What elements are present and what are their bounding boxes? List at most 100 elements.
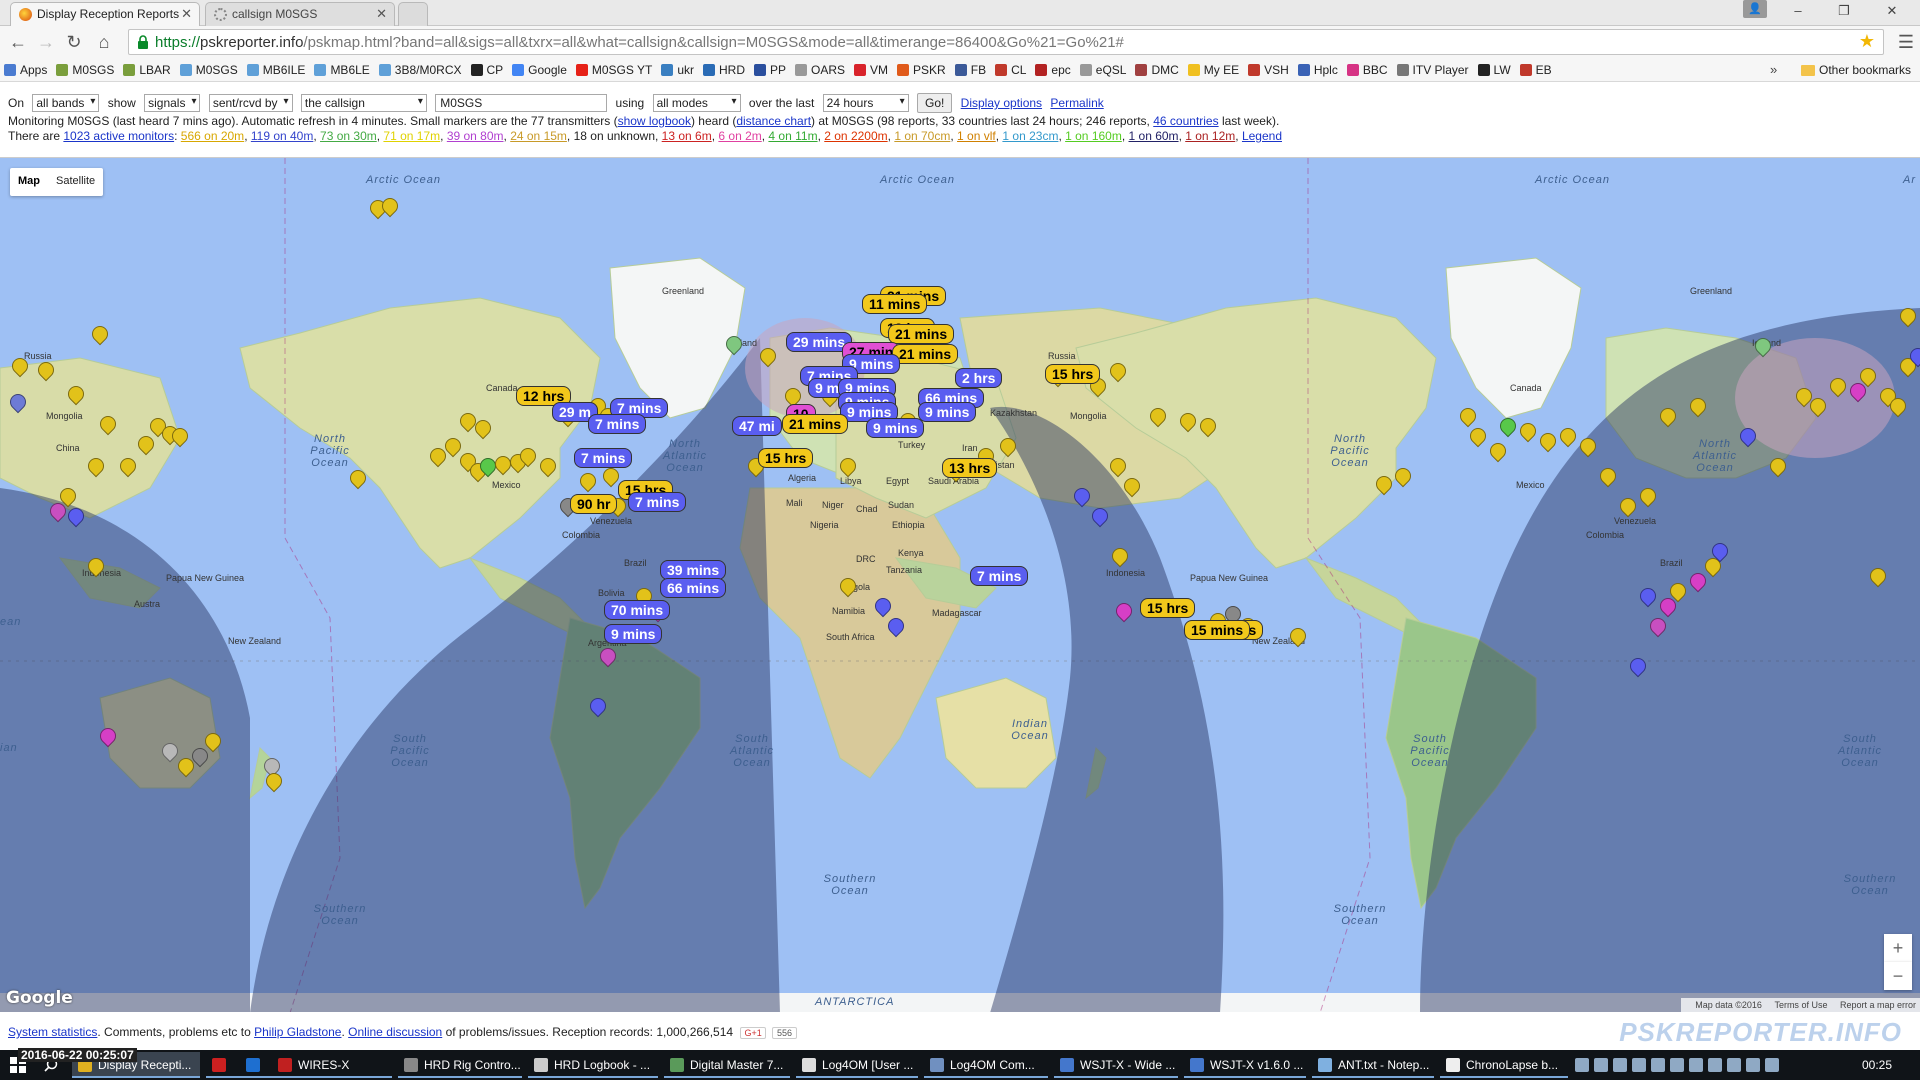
bookmark-item[interactable]: EB [1516, 58, 1557, 77]
mode-select[interactable]: all modes [652, 94, 741, 112]
bookmark-item[interactable]: LBAR [119, 58, 175, 77]
bookmark-item[interactable]: PSKR [893, 58, 951, 77]
report-age-tag[interactable]: 21 mins [782, 414, 849, 434]
bookmark-item[interactable]: Hplc [1294, 58, 1343, 77]
bookmark-item[interactable]: OARS [791, 58, 850, 77]
taskbar-window-button[interactable]: ChronoLapse b... [1440, 1052, 1568, 1078]
bookmark-item[interactable]: Apps [0, 58, 52, 77]
active-monitors-link[interactable]: 1023 active monitors [63, 129, 174, 143]
band-count-link[interactable]: 1 on 12m [1185, 129, 1235, 143]
bookmark-item[interactable]: MB6ILE [243, 58, 311, 77]
report-map-error-link[interactable]: Report a map error [1840, 1000, 1916, 1010]
tray-icon[interactable] [1689, 1057, 1703, 1072]
band-count-link[interactable]: 1 on 160m [1065, 129, 1122, 143]
bookmark-item[interactable]: HRD [699, 58, 750, 77]
report-age-tag[interactable]: 90 hr [570, 494, 618, 514]
bookmark-item[interactable]: BBC [1343, 58, 1393, 77]
bookmark-item[interactable]: ukr [657, 58, 699, 77]
online-discussion-link[interactable]: Online discussion [348, 1025, 442, 1039]
report-age-tag[interactable]: 2 hrs [955, 368, 1003, 388]
band-count-link[interactable]: 2 on 2200m [824, 129, 887, 143]
map-type-map-button[interactable]: Map [10, 168, 48, 194]
report-age-tag[interactable]: 47 mi [732, 416, 782, 436]
report-age-tag[interactable]: 21 mins [888, 324, 955, 344]
bookmark-item[interactable]: M0SGS [52, 58, 119, 77]
bookmark-star-icon[interactable]: ★ [1859, 31, 1875, 52]
report-age-tag[interactable]: 7 mins [574, 448, 633, 468]
reload-icon[interactable]: ↻ [62, 30, 86, 54]
tab-callsign[interactable]: callsign M0SGS ✕ [205, 2, 395, 26]
taskbar-clock[interactable]: 00:25 [1862, 1058, 1892, 1072]
band-count-link[interactable]: 6 on 2m [718, 129, 761, 143]
terms-of-use-link[interactable]: Terms of Use [1774, 1000, 1827, 1010]
bookmark-item[interactable]: eQSL [1076, 58, 1132, 77]
browser-menu-icon[interactable]: ☰ [1894, 30, 1918, 54]
taskbar-window-button[interactable] [206, 1052, 240, 1078]
map-type-satellite-button[interactable]: Satellite [48, 168, 103, 194]
close-window-button[interactable]: ✕ [1870, 0, 1914, 22]
tray-icon[interactable] [1613, 1057, 1627, 1072]
system-statistics-link[interactable]: System statistics [8, 1025, 97, 1039]
display-options-link[interactable]: Display options [961, 96, 1042, 110]
close-tab-icon[interactable]: ✕ [376, 6, 387, 22]
report-age-tag[interactable]: 39 mins [660, 560, 727, 580]
bookmark-item[interactable]: ITV Player [1393, 58, 1474, 77]
zoom-out-button[interactable]: − [1884, 962, 1912, 990]
taskbar-window-button[interactable]: WSJT-X v1.6.0 ... [1184, 1052, 1306, 1078]
address-bar[interactable]: https://pskreporter.info/pskmap.html?ban… [128, 29, 1884, 55]
callsign-input[interactable]: M0SGS [435, 94, 608, 112]
minimize-button[interactable]: – [1776, 0, 1820, 22]
timerange-select[interactable]: 24 hours [822, 94, 909, 112]
close-tab-icon[interactable]: ✕ [181, 6, 192, 22]
tray-icon[interactable] [1594, 1057, 1608, 1072]
bookmark-item[interactable]: LW [1474, 58, 1516, 77]
bookmark-item[interactable]: VSH [1244, 58, 1294, 77]
user-profile-icon[interactable]: 👤 [1743, 0, 1767, 18]
report-age-tag[interactable]: 15 mins [1184, 620, 1251, 640]
report-age-tag[interactable]: 66 mins [660, 578, 727, 598]
report-age-tag[interactable]: 15 hrs [1140, 598, 1196, 618]
distance-chart-link[interactable]: distance chart [736, 114, 811, 128]
bookmark-item[interactable]: MB6LE [310, 58, 374, 77]
tab-display-reception-reports[interactable]: Display Reception Reports ✕ [10, 2, 200, 26]
what-select[interactable]: the callsign [300, 94, 427, 112]
band-count-link[interactable]: 13 on 6m [662, 129, 712, 143]
bookmark-item[interactable]: My EE [1184, 58, 1244, 77]
band-count-link[interactable]: 1 on vlf [957, 129, 996, 143]
more-bookmarks-chevron-icon[interactable]: » [1770, 62, 1777, 77]
notifications-icon[interactable] [1765, 1057, 1779, 1072]
permalink-link[interactable]: Permalink [1050, 96, 1103, 110]
direction-select[interactable]: sent/rcvd by [208, 94, 293, 112]
bookmark-item[interactable]: Google [508, 58, 572, 77]
restore-button[interactable]: ❐ [1822, 0, 1866, 22]
report-age-tag[interactable]: 13 hrs [942, 458, 998, 478]
band-count-link[interactable]: 39 on 80m [447, 129, 504, 143]
taskbar-window-button[interactable]: ANT.txt - Notep... [1312, 1052, 1434, 1078]
band-select[interactable]: all bands [32, 94, 100, 112]
back-arrow-icon[interactable]: ← [6, 30, 30, 54]
taskbar-window-button[interactable]: WIRES-X [272, 1052, 392, 1078]
report-age-tag[interactable]: 9 mins [604, 624, 663, 644]
bookmark-item[interactable]: CL [991, 58, 1031, 77]
signals-select[interactable]: signals [144, 94, 201, 112]
zoom-in-button[interactable]: + [1884, 934, 1912, 962]
other-bookmarks-folder[interactable]: Other bookmarks [1797, 58, 1916, 77]
band-count-link[interactable]: 1 on 23cm [1002, 129, 1058, 143]
countries-link[interactable]: 46 countries [1153, 114, 1218, 128]
keyboard-icon[interactable] [1746, 1057, 1760, 1072]
band-count-link[interactable]: 1 on 70cm [894, 129, 950, 143]
taskbar-window-button[interactable]: WSJT-X - Wide ... [1054, 1052, 1178, 1078]
world-map[interactable]: Map Satellite Arctic Ocean Arctic Ocean A… [0, 157, 1920, 1012]
band-count-link[interactable]: 24 on 15m [510, 129, 567, 143]
network-icon[interactable] [1708, 1057, 1722, 1072]
bookmark-item[interactable]: VM [850, 58, 893, 77]
new-tab-button[interactable] [398, 2, 428, 26]
forward-arrow-icon[interactable]: → [34, 30, 58, 54]
band-count-link[interactable]: 71 on 17m [383, 129, 440, 143]
tray-icon[interactable] [1575, 1057, 1589, 1072]
bookmark-item[interactable]: PP [750, 58, 791, 77]
report-age-tag[interactable]: 9 mins [918, 402, 977, 422]
band-count-link[interactable]: 566 on 20m [181, 129, 244, 143]
go-button[interactable]: Go! [916, 93, 953, 113]
taskbar-window-button[interactable]: HRD Logbook - ... [528, 1052, 658, 1078]
